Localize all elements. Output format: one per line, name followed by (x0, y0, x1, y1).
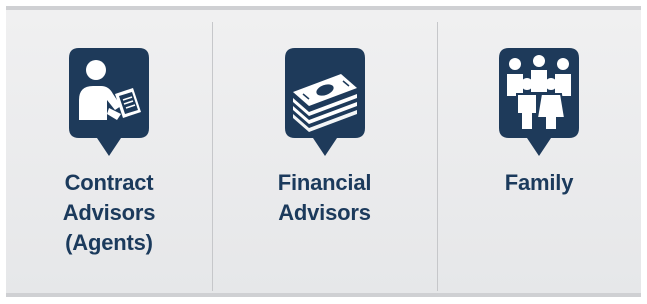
category-contract-advisors[interactable]: Contract Advisors (Agents) (6, 10, 212, 293)
category-family[interactable]: Family (437, 10, 641, 293)
category-panel: Contract Advisors (Agents) Financial Adv… (6, 6, 641, 297)
column-divider (212, 22, 213, 291)
money-stack-icon (284, 48, 365, 158)
family-group-icon (499, 48, 579, 158)
category-label: Family (504, 170, 574, 195)
category-label: Contract Advisors (Agents) (62, 170, 156, 255)
column-divider (437, 22, 438, 291)
category-label: Financial Advisors (277, 170, 372, 225)
advisor-signing-icon (69, 48, 149, 158)
category-financial-advisors[interactable]: Financial Advisors (212, 10, 437, 293)
